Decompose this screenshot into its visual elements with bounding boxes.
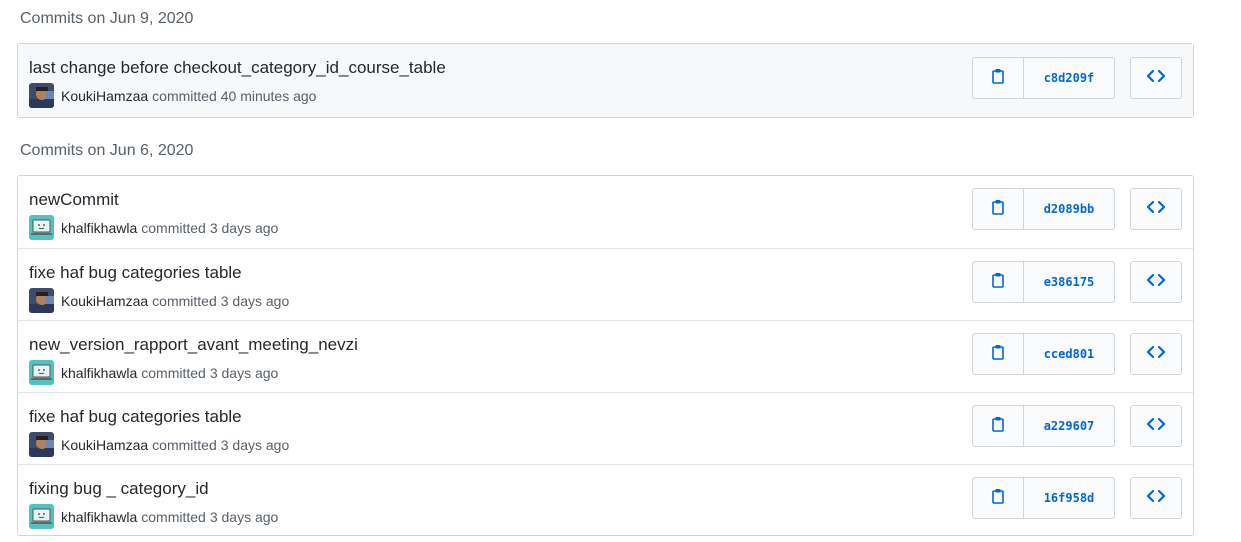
author-avatar[interactable] (29, 83, 54, 108)
code-icon (1146, 200, 1166, 219)
commit-row: new_version_rapport_avant_meeting_nevzik… (18, 320, 1193, 392)
commit-verb: committed (141, 219, 206, 236)
copy-sha-button[interactable] (973, 478, 1024, 518)
commit-meta: KoukiHamzaa committed 3 days ago (29, 288, 289, 313)
commit-sha-link[interactable]: e386175 (1024, 262, 1114, 302)
code-icon (1146, 489, 1166, 508)
browse-repo-button[interactable] (1130, 57, 1182, 99)
author-link[interactable]: khalfikhawla (61, 365, 137, 381)
commit-sha-link[interactable]: 16f958d (1024, 478, 1114, 518)
relative-time: 40 minutes ago (220, 87, 317, 104)
commit-meta: khalfikhawla committed 3 days ago (29, 504, 278, 529)
copy-sha-button[interactable] (973, 262, 1024, 302)
commit-verb: committed (152, 292, 217, 309)
relative-time: 3 days ago (209, 219, 279, 236)
commit-row: fixe haf bug categories table KoukiHamzaa… (18, 392, 1193, 464)
browse-repo-button[interactable] (1130, 261, 1182, 303)
commit-verb: committed (141, 508, 206, 525)
commit-group-date-heading: Commits on Jun 9, 2020 (20, 10, 194, 27)
copy-sha-button[interactable] (973, 58, 1024, 98)
relative-time: 3 days ago (209, 364, 279, 381)
code-icon (1146, 417, 1166, 436)
browse-repo-button[interactable] (1130, 405, 1182, 447)
commit-sha-group: 16f958d (972, 477, 1115, 519)
browse-repo-button[interactable] (1130, 477, 1182, 519)
clippy-icon (991, 272, 1005, 293)
commit-sha-group: c8d209f (972, 57, 1115, 99)
copy-sha-button[interactable] (973, 406, 1024, 446)
author-avatar[interactable] (29, 215, 54, 240)
author-avatar[interactable] (29, 504, 54, 529)
author-link[interactable]: KoukiHamzaa (61, 293, 148, 309)
code-icon (1146, 69, 1166, 88)
commit-row: fixe haf bug categories table KoukiHamzaa… (18, 248, 1193, 320)
code-icon (1146, 273, 1166, 292)
copy-sha-button[interactable] (973, 334, 1024, 374)
clippy-icon (991, 344, 1005, 365)
author-avatar[interactable] (29, 288, 54, 313)
author-avatar[interactable] (29, 360, 54, 385)
commit-sha-group: d2089bb (972, 188, 1115, 230)
commit-sha-link[interactable]: cced801 (1024, 334, 1114, 374)
author-avatar[interactable] (29, 432, 54, 457)
clippy-icon (991, 68, 1005, 89)
browse-repo-button[interactable] (1130, 188, 1182, 230)
commit-meta: khalfikhawla committed 3 days ago (29, 360, 278, 385)
relative-time: 3 days ago (209, 508, 279, 525)
commit-message-link[interactable]: newCommit (29, 190, 119, 210)
relative-time: 3 days ago (220, 292, 290, 309)
author-link[interactable]: KoukiHamzaa (61, 437, 148, 453)
author-link[interactable]: khalfikhawla (61, 220, 137, 236)
commit-list: newCommit khalfikhawla committed 3 days ago… (17, 175, 1194, 536)
commit-verb: committed (141, 364, 206, 381)
commit-sha-link[interactable]: d2089bb (1024, 189, 1114, 229)
author-link[interactable]: khalfikhawla (61, 509, 137, 525)
browse-repo-button[interactable] (1130, 333, 1182, 375)
clippy-icon (991, 488, 1005, 509)
commit-meta: KoukiHamzaa committed 3 days ago (29, 432, 289, 457)
commit-list: last change before checkout_category_id_… (17, 43, 1194, 118)
clippy-icon (991, 416, 1005, 437)
commit-sha-group: a229607 (972, 405, 1115, 447)
commit-message-link[interactable]: fixing bug _ category_id (29, 479, 209, 499)
relative-time: 3 days ago (220, 436, 290, 453)
commit-sha-group: cced801 (972, 333, 1115, 375)
commit-message-link[interactable]: new_version_rapport_avant_meeting_nevzi (29, 335, 358, 355)
commit-row: last change before checkout_category_id_… (18, 44, 1193, 117)
code-icon (1146, 345, 1166, 364)
commit-row: newCommit khalfikhawla committed 3 days ago… (18, 176, 1193, 248)
commit-meta: khalfikhawla committed 3 days ago (29, 215, 278, 240)
commit-group-date-heading: Commits on Jun 6, 2020 (20, 142, 194, 159)
commit-sha-link[interactable]: c8d209f (1024, 58, 1114, 98)
commit-meta: KoukiHamzaa committed 40 minutes ago (29, 83, 316, 108)
commit-message-link[interactable]: fixe haf bug categories table (29, 263, 242, 283)
copy-sha-button[interactable] (973, 189, 1024, 229)
author-link[interactable]: KoukiHamzaa (61, 88, 148, 104)
commit-message-link[interactable]: last change before checkout_category_id_… (29, 58, 446, 78)
commit-sha-link[interactable]: a229607 (1024, 406, 1114, 446)
commit-verb: committed (152, 436, 217, 453)
commit-sha-group: e386175 (972, 261, 1115, 303)
commit-verb: committed (152, 87, 217, 104)
commit-row: fixing bug _ category_id khalfikhawla comm… (18, 464, 1193, 535)
clippy-icon (991, 199, 1005, 220)
commit-message-link[interactable]: fixe haf bug categories table (29, 407, 242, 427)
